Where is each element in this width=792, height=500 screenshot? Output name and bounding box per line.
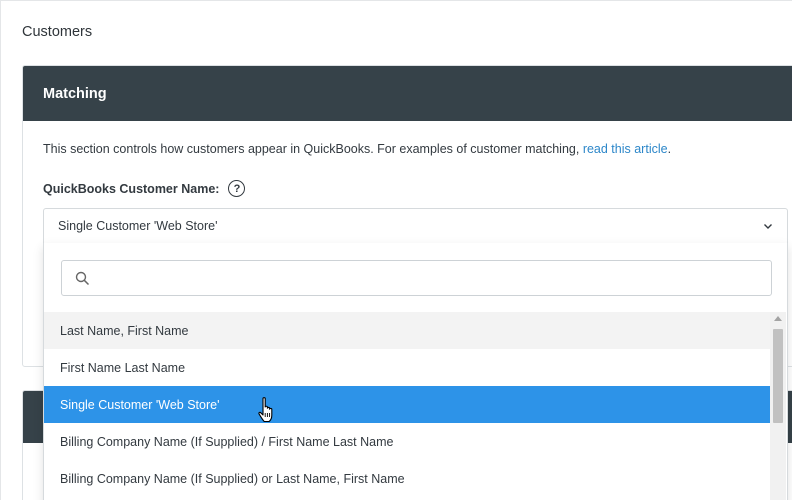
- option-last-first[interactable]: Last Name, First Name: [44, 312, 770, 349]
- hand-pointer-cursor-icon: [258, 397, 273, 423]
- options-scrollbar[interactable]: [770, 312, 786, 500]
- search-icon: [75, 271, 90, 286]
- option-first-last[interactable]: First Name Last Name: [44, 349, 770, 386]
- description-end: .: [667, 142, 672, 156]
- customer-name-dropdown: Last Name, First Name First Name Last Na…: [43, 243, 788, 500]
- option-company-slash-first-last[interactable]: Billing Company Name (If Supplied) / Fir…: [44, 423, 770, 460]
- dropdown-search-input[interactable]: [100, 261, 765, 295]
- option-single-customer[interactable]: Single Customer 'Web Store': [44, 386, 770, 423]
- options-list: Last Name, First Name First Name Last Na…: [44, 312, 770, 497]
- customer-name-label-text: QuickBooks Customer Name:: [43, 181, 220, 196]
- select-value: Single Customer 'Web Store': [58, 219, 218, 233]
- description-text: This section controls how customers appe…: [43, 142, 583, 156]
- dropdown-search: [61, 260, 772, 296]
- option-company-or-last-first[interactable]: Billing Company Name (If Supplied) or La…: [44, 460, 770, 497]
- matching-card-header: Matching: [23, 66, 792, 121]
- question-circle-icon[interactable]: ?: [228, 180, 246, 197]
- chevron-down-icon: [764, 224, 772, 229]
- customer-name-select[interactable]: Single Customer 'Web Store': [43, 208, 788, 244]
- scroll-up-arrow-icon[interactable]: [774, 316, 782, 321]
- scroll-thumb[interactable]: [773, 329, 783, 423]
- read-article-link[interactable]: read this article: [583, 142, 668, 156]
- page-title: Customers: [22, 24, 93, 40]
- matching-description: This section controls how customers appe…: [43, 142, 671, 156]
- customer-name-label: QuickBooks Customer Name: ?: [43, 180, 246, 197]
